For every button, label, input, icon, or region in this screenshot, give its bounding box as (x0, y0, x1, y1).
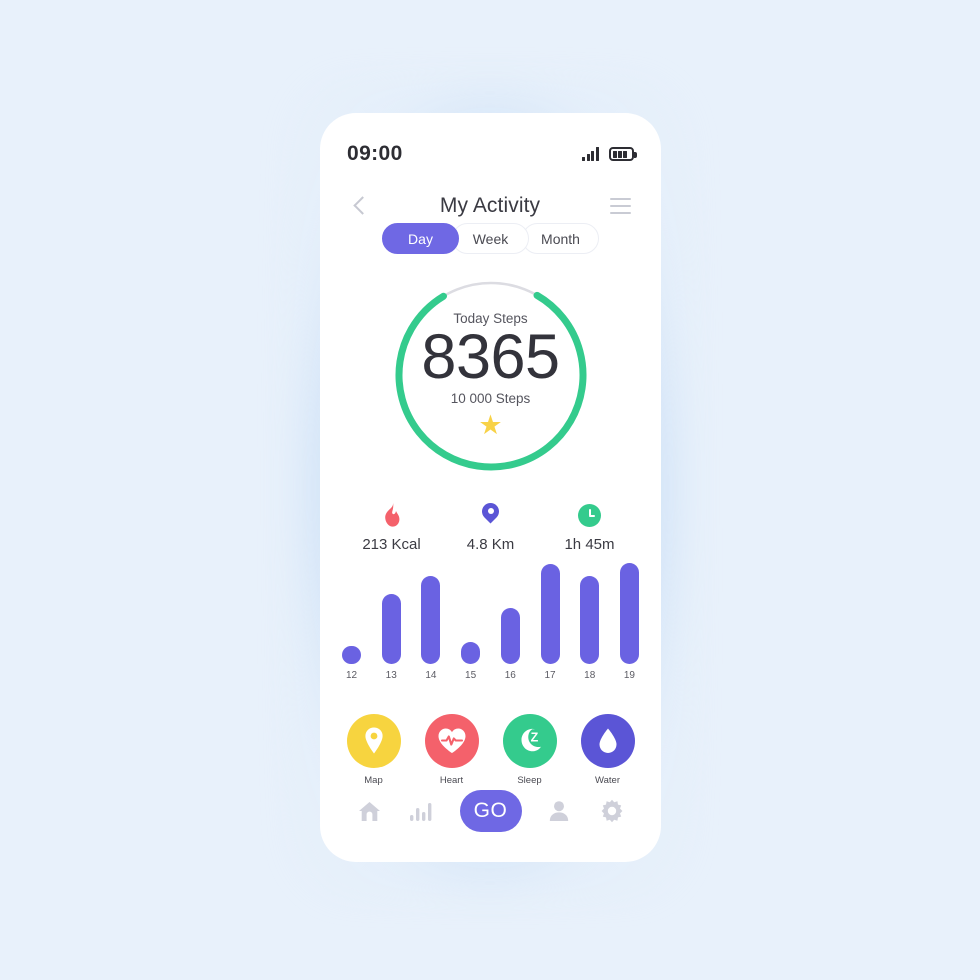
chart-bar (461, 642, 481, 664)
shortcut-row: Map Heart Z Sleep Water (320, 714, 661, 786)
tab-week[interactable]: Week (452, 223, 529, 254)
chart-bar-column: 17 (540, 563, 560, 681)
stat-duration-value: 1h 45m (564, 536, 615, 553)
clock-icon (578, 501, 601, 529)
status-indicators (582, 147, 637, 161)
svg-text:Z: Z (530, 731, 538, 745)
chart-bar-column: 13 (381, 563, 401, 681)
stat-duration: 1h 45m (540, 501, 639, 553)
gear-icon[interactable] (597, 794, 627, 828)
shortcut-sleep-label: Sleep (517, 775, 542, 786)
chart-bar-column: 19 (619, 563, 639, 681)
chart-bar-label: 18 (584, 670, 596, 681)
page-title: My Activity (439, 194, 541, 217)
stats-row: 213 Kcal 4.8 Km 1h 45m (320, 501, 661, 553)
chart-bar-label: 15 (465, 670, 477, 681)
chart-bar (381, 594, 401, 664)
person-icon[interactable] (544, 794, 574, 828)
chart-bar-label: 19 (623, 670, 635, 681)
steps-value: 8365 (421, 321, 560, 392)
stat-calories-value: 213 Kcal (362, 536, 421, 553)
stat-distance: 4.8 Km (441, 501, 540, 553)
chart-bar-column: 12 (342, 563, 361, 681)
chart-bar (342, 646, 361, 664)
go-button[interactable]: GO (459, 790, 522, 832)
chart-bar-column: 15 (461, 563, 481, 681)
battery-icon (609, 147, 637, 161)
shortcut-sleep[interactable]: Z Sleep (502, 714, 557, 786)
bar-chart-icon[interactable] (407, 794, 437, 828)
ring-center-content: Today Steps 8365 10 000 Steps ★ (391, 275, 591, 475)
hamburger-menu-icon[interactable] (610, 197, 631, 215)
app-nav-bar: My Activity (320, 185, 661, 227)
chart-bar (500, 608, 520, 664)
tab-month[interactable]: Month (522, 223, 599, 254)
shortcut-water-label: Water (595, 775, 620, 786)
water-drop-icon (580, 714, 635, 768)
chart-bar-column: 14 (421, 563, 441, 681)
chevron-left-icon[interactable] (350, 196, 370, 216)
activity-bar-chart: 12 13 14 15 16 17 18 19 (320, 563, 661, 695)
chart-bar-column: 16 (500, 563, 520, 681)
star-icon: ★ (478, 410, 503, 441)
chart-bar (540, 564, 560, 664)
chart-bar-label: 17 (544, 670, 556, 681)
bottom-navigation: GO (320, 790, 661, 832)
chart-bar-label: 14 (425, 670, 437, 681)
chart-bar-label: 16 (504, 670, 516, 681)
phone-screen: 09:00 My Activity Day Week Month Today S… (320, 113, 661, 862)
shortcut-map[interactable]: Map (346, 714, 401, 786)
moon-sleep-icon: Z (502, 714, 557, 768)
location-pin-icon (482, 501, 499, 529)
chart-bar (619, 563, 639, 664)
flame-icon (382, 501, 402, 529)
chart-bar-label: 12 (345, 670, 358, 681)
signal-bars-icon (582, 147, 599, 161)
chart-bar-column: 18 (580, 563, 600, 681)
chart-bars: 12 13 14 15 16 17 18 19 (342, 563, 639, 681)
steps-progress-ring: Today Steps 8365 10 000 Steps ★ (391, 275, 591, 475)
shortcut-heart-label: Heart (439, 775, 464, 786)
steps-goal: 10 000 Steps (450, 391, 531, 407)
shortcut-map-label: Map (364, 775, 383, 786)
home-icon[interactable] (354, 794, 384, 828)
shortcut-heart[interactable]: Heart (424, 714, 479, 786)
stat-distance-value: 4.8 Km (466, 536, 515, 553)
chart-bar (421, 576, 441, 664)
tab-day[interactable]: Day (382, 223, 459, 254)
chart-bar (580, 576, 600, 664)
status-time: 09:00 (347, 142, 403, 165)
status-bar: 09:00 (320, 139, 661, 169)
map-pin-icon (346, 714, 401, 768)
period-tabs: Day Week Month (320, 223, 661, 254)
stat-calories: 213 Kcal (342, 501, 441, 553)
shortcut-water[interactable]: Water (580, 714, 635, 786)
chart-bar-label: 13 (385, 670, 397, 681)
heartbeat-icon (424, 714, 479, 768)
